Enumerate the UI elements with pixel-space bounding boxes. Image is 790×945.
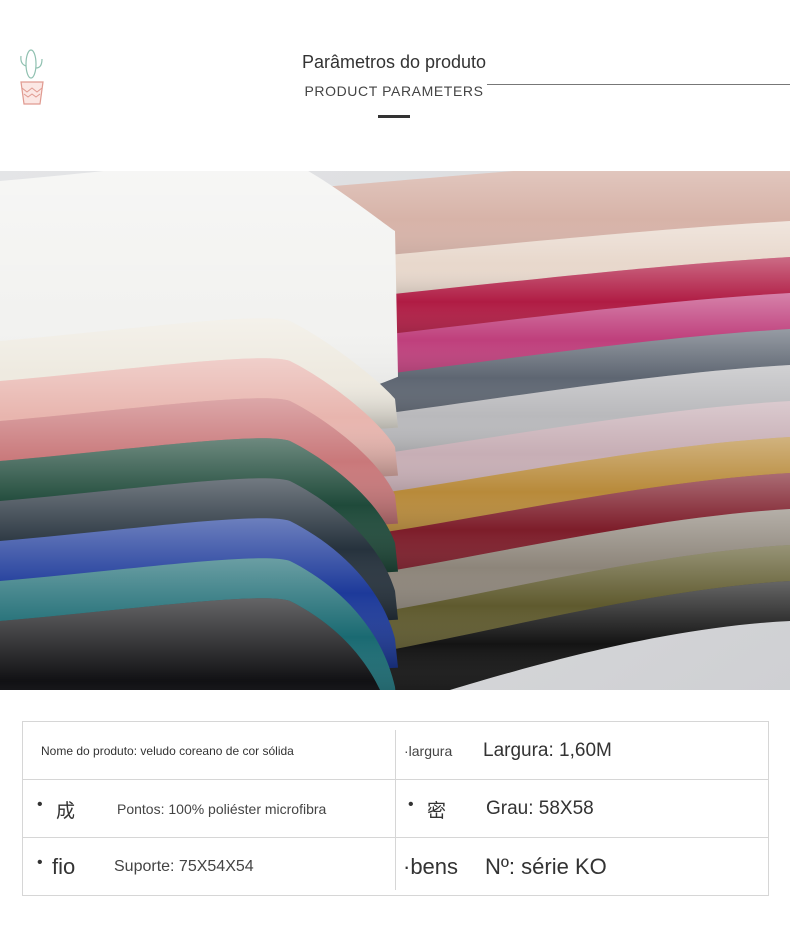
title-underline xyxy=(378,115,410,118)
section-title: Parâmetros do produto PRODUCT PARAMETERS xyxy=(300,52,488,99)
composition-label: 成 xyxy=(56,800,76,822)
product-name-param: Nome do produto: veludo coreano de cor s… xyxy=(41,744,294,758)
title-divider xyxy=(487,84,790,85)
param-row: Nome do produto: veludo coreano de cor s… xyxy=(23,722,768,780)
bullet: • xyxy=(37,854,43,871)
param-row: • 成 Pontos: 100% poliéster microfibra • … xyxy=(23,780,768,838)
potted-cactus-icon xyxy=(20,49,44,105)
section-header: Parâmetros do produto PRODUCT PARAMETERS xyxy=(0,0,790,170)
bullet: • xyxy=(408,796,414,813)
velvet-fabric-stack-image xyxy=(0,171,790,690)
page-title: Parâmetros do produto xyxy=(301,52,487,72)
item-value: Nº: série KO xyxy=(485,854,607,879)
product-parameters-table: Nome do produto: veludo coreano de cor s… xyxy=(22,721,769,896)
density-label: 密 xyxy=(427,800,447,822)
yarn-value: Suporte: 75X54X54 xyxy=(114,858,254,875)
composition-value: Pontos: 100% poliéster microfibra xyxy=(117,801,327,817)
width-label: ·largura xyxy=(404,743,453,759)
param-row: • fio Suporte: 75X54X54 ·bens Nº: série … xyxy=(23,838,768,895)
fabric-photo xyxy=(0,171,790,690)
item-label: ·bens xyxy=(403,854,459,879)
left-fabric-stack xyxy=(0,171,398,690)
yarn-label: fio xyxy=(52,854,76,879)
page-subtitle: PRODUCT PARAMETERS xyxy=(304,83,484,99)
density-value: Grau: 58X58 xyxy=(486,798,594,819)
width-value: Largura: 1,60M xyxy=(483,740,612,761)
bullet: • xyxy=(37,796,43,813)
